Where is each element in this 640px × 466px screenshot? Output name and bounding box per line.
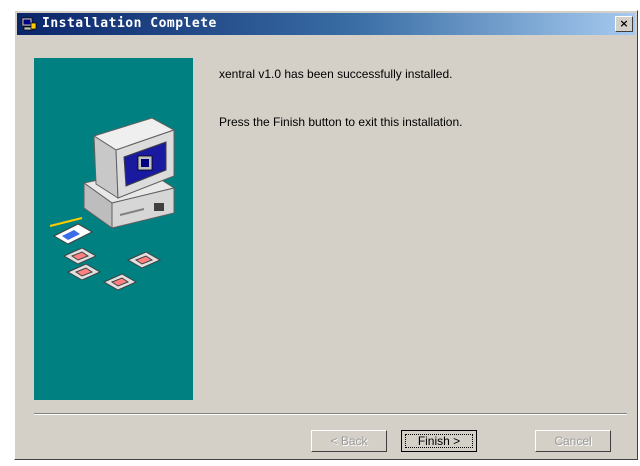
title-bar[interactable]: Installation Complete × xyxy=(17,13,635,35)
focus-rectangle xyxy=(405,434,473,448)
cancel-button[interactable]: Cancel xyxy=(535,430,611,452)
install-success-message: xentral v1.0 has been successfully insta… xyxy=(219,67,453,81)
computer-with-disks-illustration xyxy=(49,117,176,291)
close-button[interactable]: × xyxy=(615,16,633,32)
installer-dialog: Installation Complete × xentral v1.0 has… xyxy=(14,10,638,460)
button-separator xyxy=(34,413,627,415)
installer-icon xyxy=(21,17,37,31)
side-illustration-panel xyxy=(34,58,193,400)
finish-instruction-message: Press the Finish button to exit this ins… xyxy=(219,115,463,129)
window-title: Installation Complete xyxy=(42,16,217,31)
back-button[interactable]: < Back xyxy=(311,430,387,452)
finish-button[interactable]: Finish > xyxy=(401,430,477,452)
